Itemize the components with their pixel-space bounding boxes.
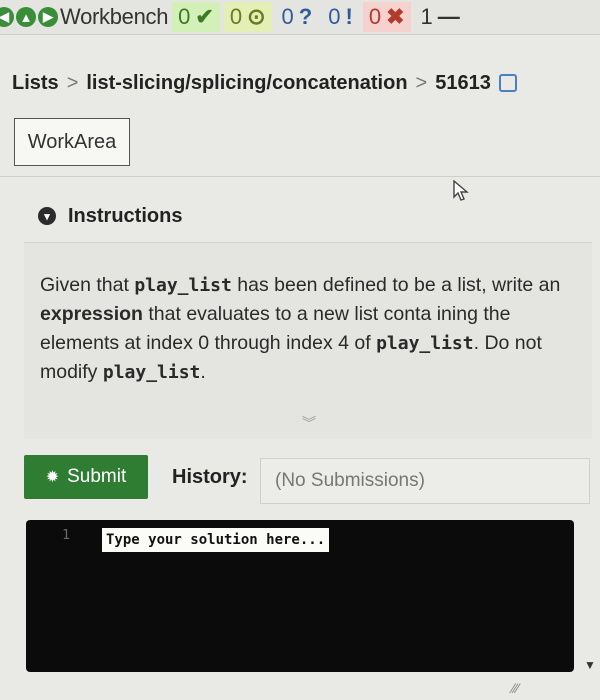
submit-button[interactable]: ✹ Submit [24,455,148,499]
code-play-list: play_list [134,275,232,296]
code-editor[interactable]: 1 Type your solution here... [26,520,574,672]
warning-count: 0 [328,4,341,29]
mouse-cursor-icon [452,179,470,208]
total-count: 1 [420,4,433,29]
instructions-toggle[interactable]: ▾ Instructions [38,202,182,230]
line-number: 1 [62,528,70,543]
dash-icon: — [437,4,460,29]
total-counter[interactable]: 1 — [415,2,466,32]
gear-icon: ✹ [45,469,60,486]
tab-divider [0,176,600,177]
instructions-text-2: has been defined to be a list, write an [231,274,561,296]
history-dropdown[interactable]: (No Submissions) [260,458,590,504]
history-value: (No Submissions) [275,470,425,491]
pending-count: 0 [229,4,243,29]
history-label: History: [172,466,248,488]
instructions-heading: Instructions [68,204,183,227]
chevron-down-icon: ▾ [38,207,56,225]
resize-grip-icon[interactable]: ⁄⁄⁄ [512,680,519,696]
failed-counter[interactable]: 0 ✖ [362,2,411,32]
breadcrumb-path[interactable]: list-slicing/splicing/concatenation [86,72,407,95]
up-icon[interactable]: ▲ [16,7,36,27]
question-icon: ? [298,4,313,29]
instructions-text: Given that play_list has been defined to… [40,271,588,387]
code-play-list: play_list [102,362,201,383]
instructions-text-5: . [200,361,206,383]
instructions-text-1: Given that [40,274,135,296]
app-title: Workbench [60,4,169,29]
submit-label: Submit [67,466,127,487]
top-status-bar: ◀ ▲ ▶ Workbench 0 ✔ 0 ⊙ 0 ? 0 ! 0 ✖ 1 — [0,0,600,35]
breadcrumb: Lists > list-slicing/splicing/concatenat… [12,68,517,98]
passed-count: 0 [178,4,191,29]
chevron-right-icon: > [415,71,428,94]
instructions-panel: Given that play_list has been defined to… [24,242,592,439]
unknown-count: 0 [281,4,294,29]
forward-icon[interactable]: ▶ [38,7,58,27]
breadcrumb-root[interactable]: Lists [12,72,59,95]
chevron-right-icon: > [66,71,79,94]
editor-placeholder: Type your solution here... [102,528,330,552]
code-play-list: play_list [376,333,474,354]
failed-count: 0 [368,4,382,29]
exercise-checkbox[interactable] [498,74,517,92]
unknown-counter[interactable]: 0 ? [276,2,319,32]
clock-icon: ⊙ [247,4,266,29]
pending-counter[interactable]: 0 ⊙ [223,2,272,32]
exclamation-icon: ! [345,4,353,29]
bold-expression: expression [40,303,143,325]
passed-counter[interactable]: 0 ✔ [172,2,220,32]
warning-counter[interactable]: 0 ! [322,2,359,32]
exercise-id: 51613 [435,71,491,94]
tab-workarea[interactable]: WorkArea [14,118,130,166]
scroll-down-icon[interactable]: ▼ [584,658,596,672]
cross-icon: ✖ [386,4,405,29]
check-icon: ✔ [195,4,214,29]
back-icon[interactable]: ◀ [0,7,14,27]
double-chevron-down-icon[interactable]: ︾ [302,413,316,433]
